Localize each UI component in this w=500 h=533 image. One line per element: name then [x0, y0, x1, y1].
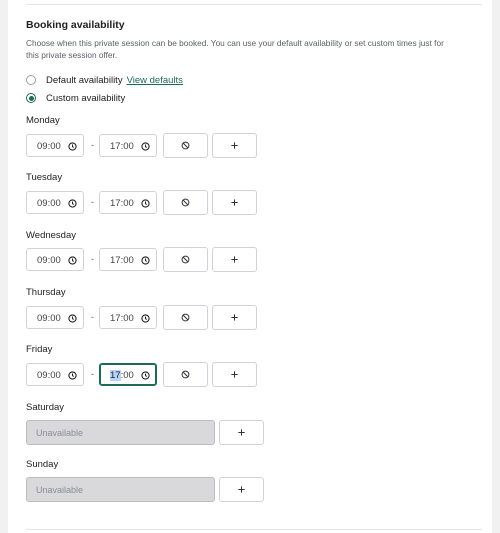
section-description: Choose when this private session can be …	[26, 38, 444, 60]
day-label-wednesday: Wednesday	[26, 230, 76, 241]
day-label-monday: Monday	[26, 115, 60, 126]
clock-icon[interactable]	[68, 314, 77, 323]
plus-icon	[238, 429, 245, 436]
monday-start-time-input[interactable]: 09:00	[26, 134, 84, 157]
default-availability-radio[interactable]	[26, 75, 36, 85]
monday-end-time-input[interactable]: 17:00	[99, 134, 157, 157]
tuesday-add-slot-button[interactable]	[212, 190, 257, 215]
friday-start-value: 09:00	[37, 370, 61, 381]
monday-start-value: 09:00	[37, 141, 61, 152]
clock-icon[interactable]	[141, 199, 150, 208]
thursday-end-value: 17:00	[110, 313, 134, 324]
wednesday-end-time-input[interactable]: 17:00	[99, 248, 157, 271]
block-icon	[181, 313, 190, 322]
plus-icon	[231, 256, 238, 263]
thursday-start-time-input[interactable]: 09:00	[26, 306, 84, 329]
friday-start-time-input[interactable]: 09:00	[26, 363, 84, 386]
saturday-add-slot-button[interactable]	[219, 420, 264, 445]
wednesday-mark-unavailable-button[interactable]	[163, 247, 208, 272]
clock-icon[interactable]	[141, 371, 150, 380]
block-icon	[181, 141, 190, 150]
time-separator: -	[91, 254, 94, 264]
top-divider	[26, 4, 482, 5]
wednesday-start-time-input[interactable]: 09:00	[26, 248, 84, 271]
default-availability-label: Default availability	[46, 74, 123, 86]
tuesday-start-time-input[interactable]: 09:00	[26, 191, 84, 214]
sunday-add-slot-button[interactable]	[219, 477, 264, 502]
block-icon	[181, 255, 190, 264]
day-label-sunday: Sunday	[26, 459, 59, 470]
block-icon	[181, 370, 190, 379]
clock-icon[interactable]	[68, 142, 77, 151]
monday-end-value: 17:00	[110, 141, 134, 152]
friday-mark-unavailable-button[interactable]	[163, 362, 208, 387]
day-label-saturday: Saturday	[26, 402, 65, 413]
monday-mark-unavailable-button[interactable]	[163, 133, 208, 158]
custom-availability-option[interactable]: Custom availability	[26, 91, 125, 105]
clock-icon[interactable]	[141, 314, 150, 323]
view-defaults-link[interactable]: View defaults	[127, 75, 183, 86]
plus-icon	[238, 486, 245, 493]
custom-availability-label: Custom availability	[46, 92, 126, 104]
tuesday-start-value: 09:00	[37, 198, 61, 209]
tuesday-mark-unavailable-button[interactable]	[163, 190, 208, 215]
clock-icon[interactable]	[68, 371, 77, 380]
day-label-tuesday: Tuesday	[26, 172, 63, 183]
thursday-end-time-input[interactable]: 17:00	[99, 306, 157, 329]
sunday-unavailable-field: Unavailable	[26, 477, 215, 502]
time-separator: -	[91, 369, 94, 379]
thursday-add-slot-button[interactable]	[212, 305, 257, 330]
tuesday-end-time-input[interactable]: 17:00	[99, 191, 157, 214]
saturday-unavailable-field: Unavailable	[26, 420, 215, 445]
wednesday-end-value: 17:00	[110, 255, 134, 266]
friday-end-value: 17:00	[110, 370, 134, 381]
block-icon	[181, 198, 190, 207]
plus-icon	[231, 314, 238, 321]
plus-icon	[231, 199, 238, 206]
day-label-thursday: Thursday	[26, 287, 66, 298]
plus-icon	[231, 142, 238, 149]
selected-hours-segment: 17	[110, 370, 121, 381]
section-title: Booking availability	[26, 19, 125, 31]
wednesday-add-slot-button[interactable]	[212, 247, 257, 272]
monday-add-slot-button[interactable]	[212, 133, 257, 158]
day-label-friday: Friday	[26, 344, 53, 355]
clock-icon[interactable]	[68, 256, 77, 265]
clock-icon[interactable]	[68, 199, 77, 208]
clock-icon[interactable]	[141, 256, 150, 265]
thursday-mark-unavailable-button[interactable]	[163, 305, 208, 330]
bottom-divider	[26, 529, 482, 530]
friday-add-slot-button[interactable]	[212, 362, 257, 387]
thursday-start-value: 09:00	[37, 313, 61, 324]
wednesday-start-value: 09:00	[37, 255, 61, 266]
minutes-segment: :00	[120, 370, 134, 381]
default-availability-option[interactable]: Default availability View defaults	[26, 73, 183, 87]
friday-end-time-input[interactable]: 17:00	[99, 363, 157, 386]
plus-icon	[231, 371, 238, 378]
tuesday-end-value: 17:00	[110, 198, 134, 209]
booking-availability-card: Booking availability Choose when this pr…	[8, 0, 492, 533]
time-separator: -	[91, 312, 94, 322]
clock-icon[interactable]	[141, 142, 150, 151]
time-separator: -	[91, 197, 94, 207]
custom-availability-radio[interactable]	[26, 93, 36, 103]
time-separator: -	[91, 140, 94, 150]
